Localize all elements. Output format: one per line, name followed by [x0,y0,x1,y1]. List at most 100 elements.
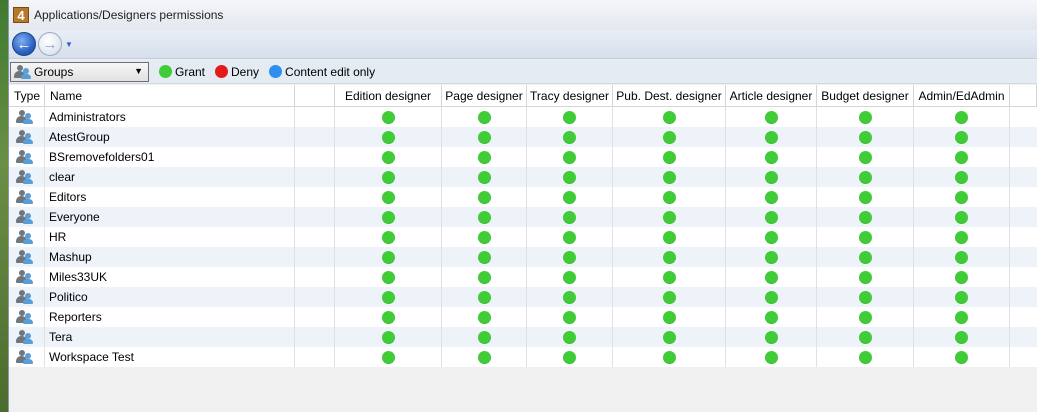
permission-cell-tracy-designer[interactable] [527,207,613,227]
permission-cell-budget-designer[interactable] [817,107,914,127]
permission-cell-pub-dest-designer[interactable] [613,347,726,367]
permission-cell-budget-designer[interactable] [817,307,914,327]
permission-cell-page-designer[interactable] [442,187,527,207]
permission-cell-page-designer[interactable] [442,307,527,327]
table-row[interactable]: Mashup [9,247,1037,267]
permission-cell-edition-designer[interactable] [335,167,442,187]
permission-cell-article-designer[interactable] [726,147,817,167]
table-row[interactable]: Workspace Test [9,347,1037,367]
permission-cell-edition-designer[interactable] [335,147,442,167]
permission-cell-budget-designer[interactable] [817,267,914,287]
permission-cell-tracy-designer[interactable] [527,227,613,247]
permission-cell-page-designer[interactable] [442,247,527,267]
table-row[interactable]: Tera [9,327,1037,347]
permission-cell-tracy-designer[interactable] [527,287,613,307]
table-row[interactable]: Administrators [9,107,1037,127]
permission-cell-article-designer[interactable] [726,127,817,147]
permission-cell-page-designer[interactable] [442,287,527,307]
permission-cell-admin-edadmin[interactable] [914,307,1010,327]
permission-cell-edition-designer[interactable] [335,287,442,307]
table-row[interactable]: HR [9,227,1037,247]
column-header-pub-dest-designer[interactable]: Pub. Dest. designer [613,85,726,106]
permission-cell-tracy-designer[interactable] [527,347,613,367]
permission-cell-budget-designer[interactable] [817,127,914,147]
permission-cell-tracy-designer[interactable] [527,127,613,147]
permission-cell-pub-dest-designer[interactable] [613,327,726,347]
column-header-admin-edadmin[interactable]: Admin/EdAdmin [914,85,1010,106]
permission-cell-pub-dest-designer[interactable] [613,107,726,127]
permission-cell-pub-dest-designer[interactable] [613,267,726,287]
permission-cell-pub-dest-designer[interactable] [613,187,726,207]
table-row[interactable]: Everyone [9,207,1037,227]
permission-cell-tracy-designer[interactable] [527,147,613,167]
permission-cell-admin-edadmin[interactable] [914,187,1010,207]
permission-cell-tracy-designer[interactable] [527,247,613,267]
permission-cell-edition-designer[interactable] [335,327,442,347]
permission-cell-admin-edadmin[interactable] [914,267,1010,287]
permission-cell-budget-designer[interactable] [817,227,914,247]
permission-cell-admin-edadmin[interactable] [914,247,1010,267]
permission-cell-pub-dest-designer[interactable] [613,307,726,327]
permission-cell-budget-designer[interactable] [817,187,914,207]
table-row[interactable]: Miles33UK [9,267,1037,287]
permission-cell-article-designer[interactable] [726,107,817,127]
permission-cell-article-designer[interactable] [726,167,817,187]
table-row[interactable]: Editors [9,187,1037,207]
column-header-page-designer[interactable]: Page designer [442,85,527,106]
permission-cell-admin-edadmin[interactable] [914,207,1010,227]
permission-cell-page-designer[interactable] [442,267,527,287]
permission-cell-budget-designer[interactable] [817,207,914,227]
forward-button[interactable]: → [38,32,62,56]
permission-cell-article-designer[interactable] [726,307,817,327]
permission-cell-budget-designer[interactable] [817,147,914,167]
permission-cell-edition-designer[interactable] [335,227,442,247]
permission-cell-budget-designer[interactable] [817,247,914,267]
permission-cell-edition-designer[interactable] [335,187,442,207]
column-header-article-designer[interactable]: Article designer [726,85,817,106]
permission-cell-page-designer[interactable] [442,327,527,347]
permission-cell-admin-edadmin[interactable] [914,147,1010,167]
permission-cell-edition-designer[interactable] [335,107,442,127]
column-header-name[interactable]: Name [45,85,295,106]
permission-cell-tracy-designer[interactable] [527,307,613,327]
permission-cell-pub-dest-designer[interactable] [613,127,726,147]
permission-cell-page-designer[interactable] [442,227,527,247]
permission-cell-page-designer[interactable] [442,127,527,147]
permission-cell-admin-edadmin[interactable] [914,347,1010,367]
permission-cell-article-designer[interactable] [726,187,817,207]
column-header-edition-designer[interactable]: Edition designer [335,85,442,106]
permission-cell-article-designer[interactable] [726,207,817,227]
permission-cell-tracy-designer[interactable] [527,167,613,187]
permission-cell-tracy-designer[interactable] [527,327,613,347]
column-header-type[interactable]: Type [9,85,45,106]
back-button[interactable]: ← [12,32,36,56]
permission-cell-admin-edadmin[interactable] [914,107,1010,127]
permission-cell-tracy-designer[interactable] [527,107,613,127]
permission-cell-tracy-designer[interactable] [527,267,613,287]
permission-cell-pub-dest-designer[interactable] [613,287,726,307]
table-row[interactable]: BSremovefolders01 [9,147,1037,167]
permission-cell-article-designer[interactable] [726,287,817,307]
permission-cell-article-designer[interactable] [726,247,817,267]
permission-cell-pub-dest-designer[interactable] [613,247,726,267]
permission-cell-edition-designer[interactable] [335,267,442,287]
permission-cell-admin-edadmin[interactable] [914,227,1010,247]
permission-cell-pub-dest-designer[interactable] [613,207,726,227]
permission-cell-page-designer[interactable] [442,167,527,187]
history-dropdown-icon[interactable]: ▼ [65,40,73,49]
permission-cell-budget-designer[interactable] [817,287,914,307]
column-header-budget-designer[interactable]: Budget designer [817,85,914,106]
permission-cell-budget-designer[interactable] [817,167,914,187]
table-row[interactable]: Politico [9,287,1037,307]
permission-cell-edition-designer[interactable] [335,247,442,267]
permission-cell-edition-designer[interactable] [335,347,442,367]
type-select[interactable]: Groups ▼ [10,61,149,82]
permission-cell-pub-dest-designer[interactable] [613,147,726,167]
column-header-tracy-designer[interactable]: Tracy designer [527,85,613,106]
permission-cell-admin-edadmin[interactable] [914,327,1010,347]
permission-cell-article-designer[interactable] [726,267,817,287]
permission-cell-page-designer[interactable] [442,347,527,367]
permission-cell-admin-edadmin[interactable] [914,287,1010,307]
permission-cell-article-designer[interactable] [726,327,817,347]
permission-cell-budget-designer[interactable] [817,327,914,347]
